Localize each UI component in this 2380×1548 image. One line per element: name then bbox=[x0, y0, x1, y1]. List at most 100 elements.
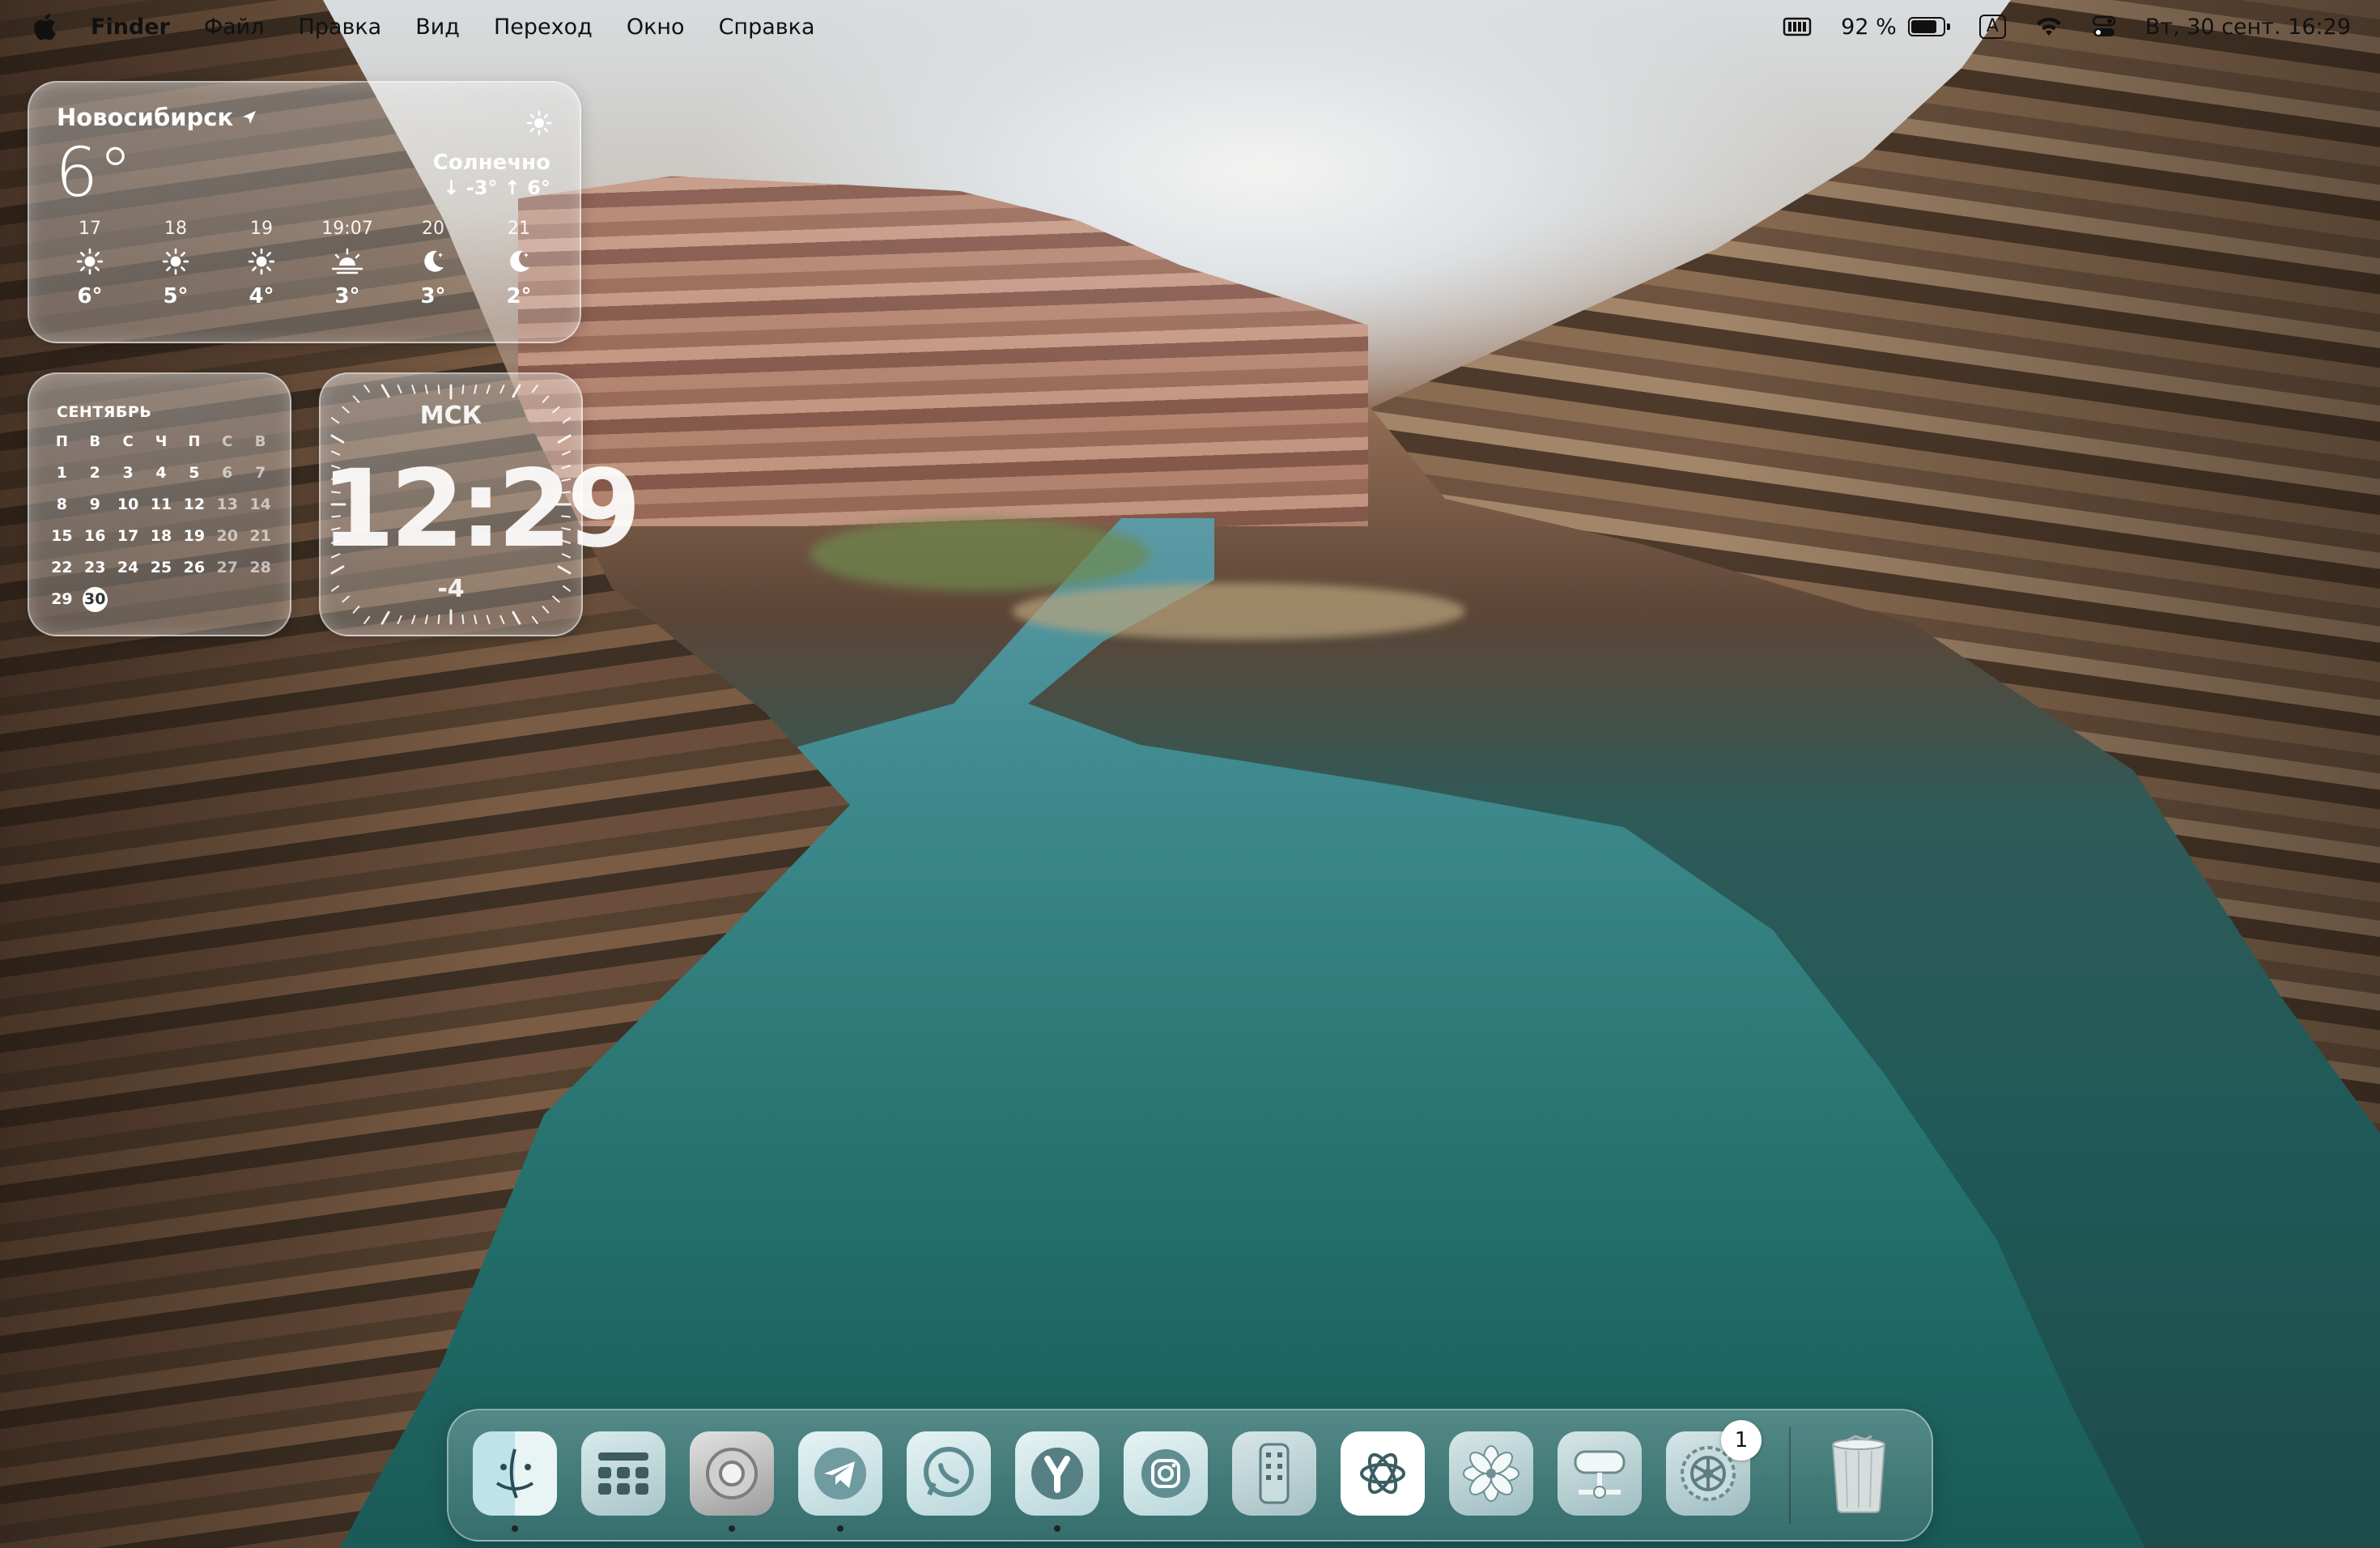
dock-finder[interactable] bbox=[473, 1431, 557, 1532]
wallpaper-far-cliff bbox=[518, 176, 1368, 526]
telegram-icon bbox=[814, 1448, 866, 1499]
running-indicator bbox=[729, 1525, 735, 1532]
clock-tick bbox=[461, 615, 465, 624]
battery-icon bbox=[1907, 17, 1945, 36]
instagram-icon bbox=[1141, 1449, 1190, 1498]
dock-launchpad[interactable] bbox=[581, 1431, 665, 1516]
calendar-day: 3 bbox=[122, 464, 134, 482]
weather-widget[interactable]: Новосибирск 6° Солнечно ↓ -3° ↑ 6° 17 6° 1… bbox=[28, 81, 581, 343]
sun-icon bbox=[526, 110, 552, 139]
weather-hour-item: 21 2° bbox=[482, 219, 555, 308]
dock-instagram[interactable] bbox=[1124, 1431, 1208, 1516]
wallpaper-sandbar bbox=[1012, 583, 1465, 640]
calendar-weekday: П bbox=[188, 433, 201, 450]
dock-chrome[interactable] bbox=[690, 1431, 774, 1532]
menu-go[interactable]: Переход bbox=[494, 15, 593, 40]
clock-tick bbox=[531, 615, 538, 624]
dock-photos[interactable] bbox=[1449, 1431, 1533, 1516]
weather-hour-temp: 3° bbox=[334, 284, 360, 308]
calendar-day: 1 bbox=[56, 464, 68, 482]
calendar-day: 26 bbox=[183, 559, 206, 576]
menu-edit[interactable]: Правка bbox=[298, 15, 381, 40]
dock-trash[interactable] bbox=[1817, 1431, 1901, 1516]
dock-telegram[interactable] bbox=[798, 1431, 882, 1532]
control-center-icon[interactable] bbox=[2092, 15, 2116, 38]
dock: 1 bbox=[447, 1409, 1933, 1542]
calendar-day: 9 bbox=[89, 495, 100, 513]
weather-hour-time: 20 bbox=[422, 219, 444, 239]
clock-tick bbox=[437, 385, 440, 394]
clock-tick bbox=[474, 615, 478, 624]
dock-yandex-browser[interactable] bbox=[1015, 1431, 1099, 1532]
dock-network-drive[interactable] bbox=[1558, 1431, 1642, 1516]
calendar-day: 4 bbox=[155, 464, 167, 482]
calendar-weekday: Ч bbox=[155, 433, 168, 450]
calendar-widget[interactable]: СЕНТЯБРЬ П В С Ч П С В 1 2 3 4 5 6 7 8 9 10 11 12 13 14 15 16 1… bbox=[28, 372, 291, 636]
clock-tick bbox=[557, 434, 572, 444]
dock-system-settings[interactable]: 1 bbox=[1666, 1420, 1762, 1516]
clock-tick bbox=[461, 385, 465, 394]
menu-file[interactable]: Файл bbox=[204, 15, 265, 40]
remote-icon bbox=[1259, 1443, 1290, 1504]
menu-app-finder[interactable]: Finder bbox=[91, 15, 170, 40]
menu-datetime[interactable]: Вт, 30 сент. 16:29 bbox=[2145, 15, 2351, 40]
clock-tick bbox=[411, 615, 416, 624]
menu-help[interactable]: Справка bbox=[719, 15, 815, 40]
weather-hour-time: 21 bbox=[508, 219, 530, 239]
calendar-day: 5 bbox=[189, 464, 200, 482]
clock-tick bbox=[397, 385, 402, 394]
calendar-day: 24 bbox=[117, 559, 139, 576]
calendar-day: 28 bbox=[249, 559, 271, 576]
moon-icon bbox=[419, 239, 447, 284]
chatgpt-icon bbox=[1360, 1452, 1405, 1495]
calendar-month: СЕНТЯБРЬ bbox=[57, 403, 152, 421]
world-clock-widget[interactable]: МСК 12:29 -4 bbox=[319, 372, 641, 636]
calendar-day: 22 bbox=[51, 559, 73, 576]
calendar-day: 27 bbox=[216, 559, 238, 576]
battery-status[interactable]: 92 % bbox=[1841, 15, 1950, 40]
calendar-day: 19 bbox=[183, 527, 206, 545]
wifi-icon[interactable] bbox=[2035, 16, 2063, 37]
calendar-day: 17 bbox=[117, 527, 139, 545]
menu-bar-right: 92 % A Вт, 30 сент. 16:29 bbox=[1783, 15, 2380, 40]
weather-hour-time: 18 bbox=[164, 219, 187, 239]
calendar-day: 25 bbox=[150, 559, 172, 576]
whatsapp-icon bbox=[924, 1447, 974, 1497]
clock-tick bbox=[411, 385, 416, 394]
sunset-icon bbox=[331, 239, 363, 284]
clock-city: МСК bbox=[419, 402, 482, 430]
calendar-weekday: С bbox=[222, 433, 233, 450]
dock-remote[interactable] bbox=[1232, 1431, 1316, 1516]
menu-bar: Finder Файл Правка Вид Переход Окно Спра… bbox=[0, 0, 2380, 53]
weather-city: Новосибирск bbox=[57, 104, 257, 131]
dock-chatgpt[interactable] bbox=[1341, 1431, 1425, 1516]
menu-window[interactable]: Окно bbox=[627, 15, 685, 40]
wallpaper-greenery bbox=[810, 518, 1150, 591]
weather-hour-item: 17 6° bbox=[53, 219, 126, 308]
keyboard-memory-icon[interactable] bbox=[1783, 16, 1812, 37]
clock-tick bbox=[352, 606, 360, 614]
clock-tick bbox=[499, 385, 505, 394]
menu-view[interactable]: Вид bbox=[415, 15, 460, 40]
weather-hour-temp: 4° bbox=[249, 284, 274, 308]
chrome-icon bbox=[706, 1448, 758, 1499]
calendar-grid: П В С Ч П С В 1 2 3 4 5 6 7 8 9 10 11 12 13 14 15 16 17 18 19 20 21… bbox=[45, 429, 277, 612]
calendar-day: 2 bbox=[89, 464, 100, 482]
input-source[interactable]: A bbox=[1978, 15, 2006, 39]
calendar-day: 8 bbox=[56, 495, 68, 513]
weather-range: ↓ -3° ↑ 6° bbox=[443, 176, 550, 199]
clock-tick bbox=[380, 610, 390, 625]
running-indicator bbox=[512, 1525, 518, 1532]
calendar-day: 29 bbox=[51, 590, 73, 608]
sun-icon bbox=[76, 239, 104, 284]
launchpad-icon bbox=[598, 1452, 648, 1495]
apple-icon[interactable] bbox=[32, 13, 57, 40]
dock-whatsapp[interactable] bbox=[907, 1431, 991, 1516]
clock-tick bbox=[424, 385, 428, 394]
sun-icon bbox=[162, 239, 189, 284]
yandex-browser-icon bbox=[1031, 1448, 1083, 1499]
finder-icon bbox=[495, 1448, 534, 1499]
clock-tick bbox=[363, 615, 371, 624]
clock-tick bbox=[424, 615, 428, 624]
clock-tick bbox=[512, 610, 521, 625]
